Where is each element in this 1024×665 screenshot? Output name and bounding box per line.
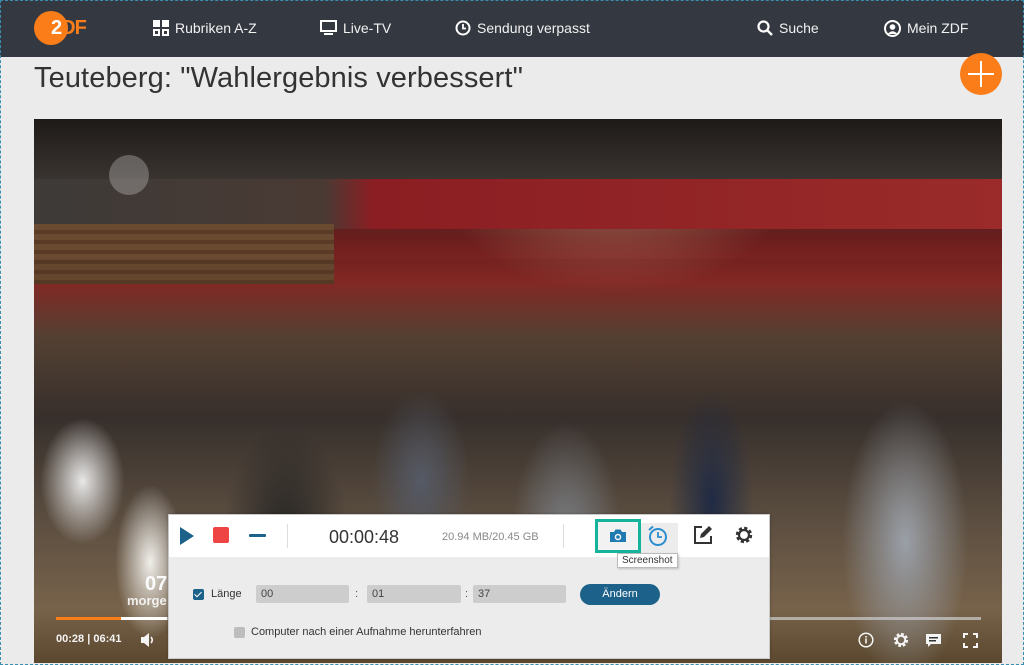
duration: 06:41	[93, 633, 122, 645]
search-icon	[757, 20, 773, 36]
colon-separator: :	[355, 588, 359, 600]
video-frame-balcony	[34, 179, 1002, 229]
nav-suche[interactable]: Suche	[757, 18, 819, 38]
page-title: Teuteberg: "Wahlergebnis verbessert"	[34, 62, 523, 94]
tv-icon	[320, 20, 337, 35]
screenshot-button[interactable]	[595, 519, 641, 553]
fullscreen-icon[interactable]	[963, 633, 978, 648]
time-separator: |	[87, 633, 91, 645]
colon-separator: :	[465, 588, 469, 600]
zdf-watermark-icon	[109, 155, 149, 195]
subtitles-icon[interactable]	[925, 633, 942, 649]
length-checkbox[interactable]	[193, 589, 204, 600]
change-button[interactable]: Ändern	[580, 584, 660, 605]
camera-icon	[610, 529, 626, 542]
nav-suche-label: Suche	[779, 20, 819, 36]
nav-sendung-verpasst[interactable]: Sendung verpasst	[455, 18, 590, 38]
nav-live-tv-label: Live-TV	[343, 20, 392, 36]
user-icon	[884, 19, 901, 37]
video-overlay-text: morge	[127, 593, 167, 608]
nav-mein-zdf-label: Mein ZDF	[907, 20, 969, 36]
zdf-logo[interactable]: 2DF	[34, 11, 94, 45]
info-icon[interactable]	[858, 632, 874, 648]
video-frame-ceiling	[34, 119, 1002, 179]
grid-icon	[153, 20, 169, 36]
nav-rubriken[interactable]: Rubriken A-Z	[153, 18, 257, 38]
length-seconds-input[interactable]	[473, 585, 566, 603]
nav-live-tv[interactable]: Live-TV	[320, 18, 391, 38]
add-button[interactable]	[960, 53, 1002, 95]
stop-button[interactable]	[213, 527, 229, 543]
length-label: Länge	[211, 588, 242, 600]
shutdown-checkbox[interactable]	[234, 627, 245, 638]
timer-icon[interactable]	[647, 525, 669, 547]
length-minutes-input[interactable]	[367, 585, 461, 603]
top-navigation: 2DF Rubriken A-Z Live-TV Sendung verpass…	[0, 0, 1024, 57]
screenshot-tooltip: Screenshot	[617, 553, 678, 568]
progress-played	[56, 617, 121, 620]
recording-size: 20.94 MB/20.45 GB	[442, 531, 539, 543]
minimize-button[interactable]	[249, 534, 266, 537]
clock-icon	[455, 20, 471, 36]
toolbar-divider	[287, 524, 288, 548]
nav-sendung-verpasst-label: Sendung verpasst	[477, 20, 590, 36]
nav-rubriken-label: Rubriken A-Z	[175, 20, 257, 36]
settings-gear-icon[interactable]	[734, 525, 754, 545]
logo-two: 2	[51, 17, 62, 39]
edit-icon[interactable]	[693, 525, 713, 545]
length-hours-input[interactable]	[256, 585, 349, 603]
shutdown-label: Computer nach einer Aufnahme herunterfah…	[251, 626, 482, 638]
play-button[interactable]	[180, 527, 194, 545]
logo-df: DF	[61, 17, 87, 39]
recording-time: 00:00:48	[329, 527, 400, 547]
recorder-panel: 00:00:48 20.94 MB/20.45 GB Screenshot Lä…	[168, 514, 770, 659]
recorder-toolbar: 00:00:48 20.94 MB/20.45 GB	[169, 515, 769, 557]
current-time: 00:28	[56, 633, 85, 645]
toolbar-divider	[563, 524, 564, 548]
time-display: 00:28 | 06:41	[56, 633, 121, 645]
settings-icon[interactable]	[892, 631, 910, 649]
volume-icon[interactable]	[140, 632, 156, 648]
nav-mein-zdf[interactable]: Mein ZDF	[884, 18, 968, 38]
logo-text: 2DF	[51, 17, 87, 40]
